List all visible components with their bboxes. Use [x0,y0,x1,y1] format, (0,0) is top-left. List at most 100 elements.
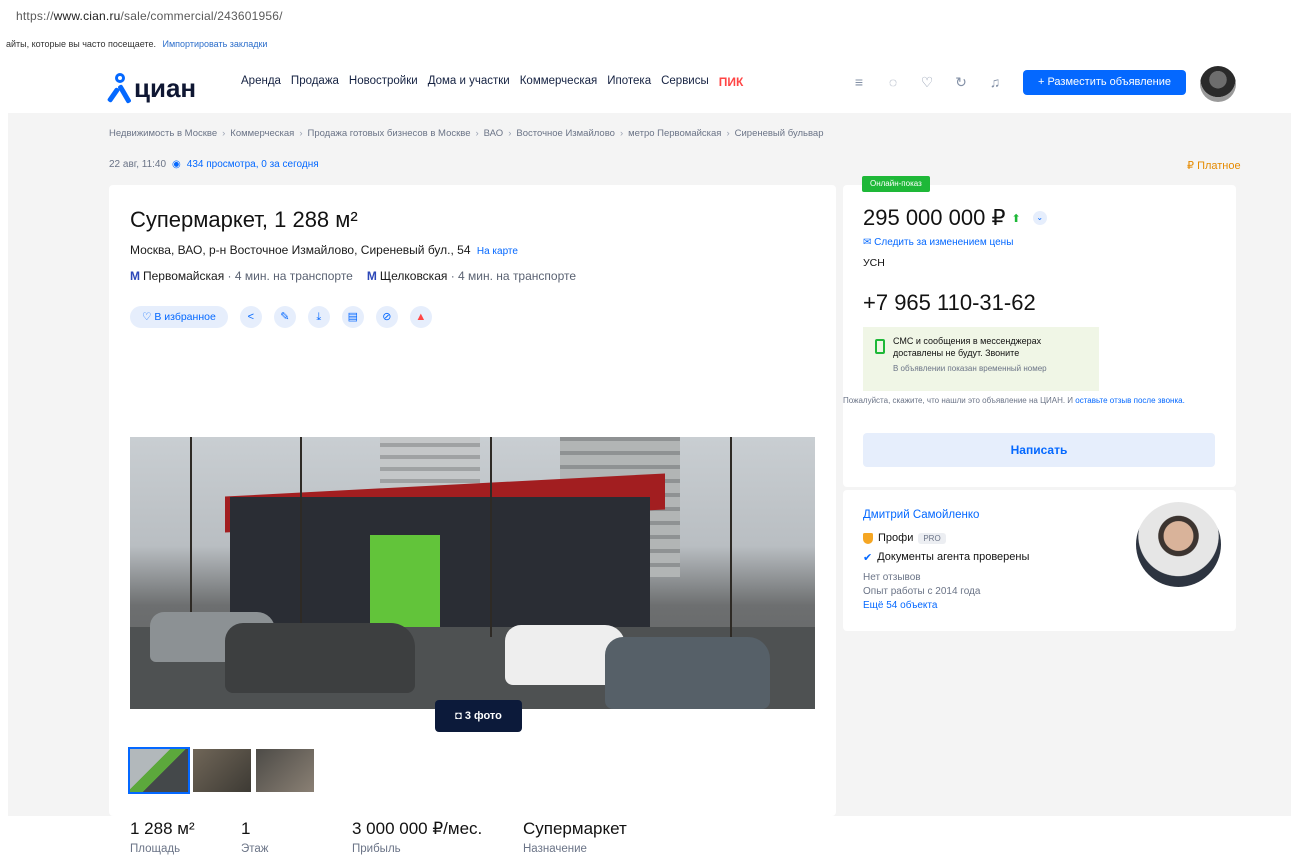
phone-icon [875,339,885,354]
refresh-icon[interactable]: ↻ [952,73,970,91]
nav-item-mortgage[interactable]: Ипотека [607,75,651,89]
verified-label: Документы агента проверены [877,551,1030,563]
price-value: 295 000 000 ₽ [863,205,1006,230]
fact-value: 3 000 000 ₽/мес. [352,819,483,838]
breadcrumb: Недвижимость в Москве › Коммерческая › Про… [109,128,823,139]
temp-number-note: В объявлении показан временный номер [893,364,1047,373]
metro-station[interactable]: Щелковская [380,269,448,283]
agent-level-label: Профи [878,532,914,544]
nav-item-sale[interactable]: Продажа [291,75,339,89]
leave-review-link[interactable]: оставьте отзыв после звонка. [1075,396,1185,405]
pro-badge: PRO [918,532,946,544]
heart-icon: ♡ [142,311,155,323]
map-link[interactable]: На карте [477,246,518,257]
agent-name[interactable]: Дмитрий Самойленко [863,509,979,521]
header-icons: ≡ ◌ ♡ ↻ ♫ [850,73,1004,91]
listing-meta: 22 авг, 11:40 ◉ 434 просмотра, 0 за сего… [109,159,319,170]
track-price-label: Следить за изменением цены [874,237,1014,248]
download-icon[interactable]: ⤓ [307,306,330,328]
nav-item-commercial[interactable]: Коммерческая [520,75,598,89]
agent-more-link[interactable]: Ещё 54 объекта [863,599,980,613]
breadcrumb-separator-icon: › [222,128,226,139]
fact-label: Этаж [241,843,269,855]
agent-details: Нет отзывов Опыт работы с 2014 года Ещё … [863,571,980,613]
cian-logo[interactable]: циан [106,63,197,104]
metro-time: · 4 мин. на транспорте [227,269,353,283]
listing-facts: 1 288 м² Площадь 1 Этаж 3 000 000 ₽/мес.… [130,819,627,855]
checkmark-icon: ✔ [863,552,873,564]
breadcrumb-separator-icon: › [726,128,730,139]
nav-item-houses[interactable]: Дома и участки [428,75,510,89]
logo-text: циан [134,73,197,103]
nav-item-pik[interactable]: ПИК [719,75,744,89]
fact-value: Супермаркет [523,819,627,838]
chevron-down-icon[interactable]: ⌄ [1032,211,1047,225]
site-header: циан Аренда Продажа Новостройки Дома и у… [8,55,1291,113]
photo-count-label: 3 фото [464,710,502,722]
hide-icon[interactable]: ⊘ [375,306,398,328]
thumbnail[interactable] [128,747,190,794]
cian-logo-mark-icon [106,73,132,104]
breadcrumb-separator-icon: › [508,128,512,139]
metro-list: M Первомайская · 4 мин. на транспорте M Ще… [130,269,576,283]
print-icon[interactable]: ▤ [341,306,364,328]
nav-item-newbuildings[interactable]: Новостройки [349,75,418,89]
user-avatar[interactable] [1200,66,1236,102]
share-icon[interactable]: < [239,306,262,328]
thumbnail[interactable] [193,749,251,792]
tax-type: УСН [863,257,885,269]
browser-url-bar[interactable]: https://www.cian.ru/sale/commercial/2436… [0,0,1291,34]
report-icon[interactable]: ▲ [409,306,432,328]
post-ad-button[interactable]: + Разместить объявление [1023,70,1186,95]
fact-floor: 1 Этаж [241,819,352,855]
listing-actions: ♡ В избранное < ✎ ⤓ ▤ ⊘ ▲ [130,306,432,328]
breadcrumb-item[interactable]: ВАО [484,128,504,139]
online-showing-badge: Онлайн-показ [862,176,930,192]
views-count[interactable]: 434 просмотра, 0 за сегодня [187,159,319,170]
breadcrumb-item[interactable]: Недвижимость в Москве [109,128,217,139]
hint-text: Пожалуйста, скажите, что нашли это объяв… [843,396,1074,405]
listing-address: Москва, ВАО, р-н Восточное Измайлово, Си… [130,243,518,257]
camera-icon: ◘ [455,710,465,722]
import-bookmarks-link[interactable]: Импортировать закладки [163,39,268,49]
photo-count-button[interactable]: ◘ 3 фото [435,700,522,732]
agent-avatar[interactable] [1136,502,1221,587]
track-price-link[interactable]: ✉ Следить за изменением цены [863,237,1013,248]
review-hint: Пожалуйста, скажите, что нашли это объяв… [843,395,1213,407]
address-text: Москва, ВАО, р-н Восточное Измайлово, Си… [130,243,471,257]
metro-time: · 4 мин. на транспорте [450,269,577,283]
breadcrumb-item[interactable]: Продажа готовых бизнесов в Москве [307,128,470,139]
fact-label: Назначение [523,843,587,855]
paid-label: Платное [1197,160,1241,172]
main-nav: Аренда Продажа Новостройки Дома и участк… [241,75,743,89]
nav-item-services[interactable]: Сервисы [661,75,709,89]
metro-station[interactable]: Первомайская [143,269,224,283]
url-host: www.cian.ru [53,9,121,23]
favorite-button[interactable]: ♡ В избранное [130,306,228,328]
phone-number[interactable]: +7 965 110-31-62 [863,290,1036,316]
price-card: 295 000 000 ₽ ⬆ ⌄ ✉ Следить за изменение… [843,185,1236,487]
breadcrumb-item[interactable]: Восточное Измайлово [516,128,615,139]
bell-icon[interactable]: ♫ [986,73,1004,91]
bookmarks-bar: айты, которые вы часто посещаете. Импорт… [0,34,1291,54]
nav-item-rent[interactable]: Аренда [241,75,281,89]
breadcrumb-item[interactable]: метро Первомайская [628,128,721,139]
publish-date: 22 авг, 11:40 [109,159,167,170]
price: 295 000 000 ₽ ⬆ ⌄ [863,205,1047,231]
metro-item: M Первомайская · 4 мин. на транспорте [130,269,353,283]
breadcrumb-item[interactable]: Коммерческая [230,128,294,139]
fact-profit: 3 000 000 ₽/мес. Прибыль [352,819,523,855]
write-button[interactable]: Написать [863,433,1215,467]
eye-icon: ◉ [172,159,181,170]
thumbnail[interactable] [256,749,314,792]
main-photo[interactable] [130,437,815,709]
chat-icon[interactable]: ◌ [884,73,902,91]
compare-icon[interactable]: ≡ [850,73,868,91]
bookmarks-text: айты, которые вы часто посещаете. [6,39,156,49]
edit-icon[interactable]: ✎ [273,306,296,328]
ruble-icon: ₽ [1187,160,1198,172]
sms-warning-text: СМС и сообщения в мессенджерах доставлен… [893,336,1042,358]
breadcrumb-item[interactable]: Сиреневый бульвар [735,128,824,139]
heart-icon[interactable]: ♡ [918,73,936,91]
url-path: /sale/commercial/243601956/ [120,9,283,23]
